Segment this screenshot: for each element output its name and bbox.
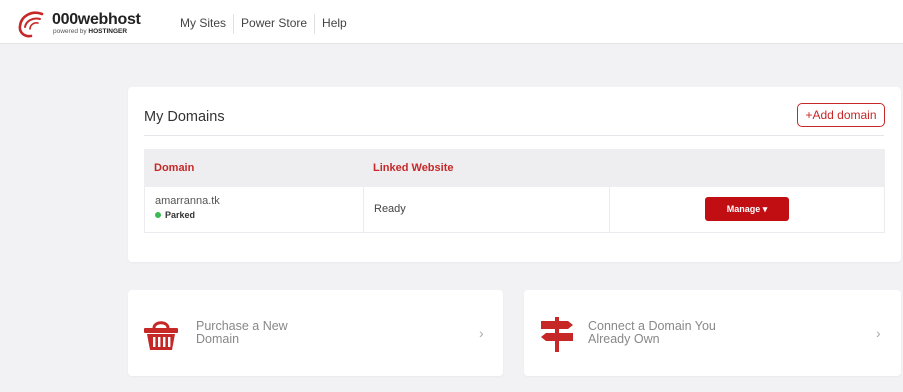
- signpost-icon: [541, 317, 573, 352]
- top-navbar: 000webhost powered by HOSTINGER My Sites…: [0, 0, 903, 44]
- card-title: My Domains: [144, 109, 225, 125]
- basket-icon: [144, 321, 178, 350]
- column-header-linked-website: Linked Website: [373, 162, 454, 174]
- divider: [144, 135, 884, 136]
- logo-tagline-prefix: powered by: [53, 28, 89, 35]
- promo-label: Purchase a New Domain: [196, 320, 288, 346]
- add-domain-button[interactable]: +Add domain: [797, 103, 885, 127]
- purchase-domain-card[interactable]: Purchase a New Domain ›: [128, 290, 503, 376]
- logo-swoosh-icon: [18, 11, 44, 38]
- table-header: Domain Linked Website: [144, 149, 885, 187]
- chevron-right-icon: ›: [876, 325, 881, 341]
- chevron-right-icon: ›: [479, 325, 484, 341]
- promo-line: Domain: [196, 332, 240, 346]
- logo-tagline: powered by HOSTINGER: [53, 28, 127, 35]
- nav-my-sites[interactable]: My Sites: [173, 14, 235, 34]
- main-nav: My Sites Power Store Help: [173, 14, 354, 34]
- logo-tagline-brand: HOSTINGER: [88, 28, 128, 35]
- promo-line: Already Own: [588, 332, 660, 346]
- domains-table: Domain Linked Website amarranna.tk Parke…: [144, 149, 885, 233]
- table-row: amarranna.tk Parked Ready Manage ▾: [144, 187, 885, 233]
- domain-name[interactable]: amarranna.tk: [155, 195, 220, 207]
- linked-website-value: Ready: [374, 203, 406, 215]
- manage-dropdown-button[interactable]: Manage ▾: [705, 197, 789, 221]
- connect-domain-card[interactable]: Connect a Domain You Already Own ›: [524, 290, 901, 376]
- logo[interactable]: 000webhost powered by HOSTINGER: [16, 8, 146, 38]
- nav-power-store[interactable]: Power Store: [234, 14, 316, 34]
- nav-help[interactable]: Help: [315, 14, 354, 34]
- cell-divider: [609, 187, 610, 232]
- status-dot-icon: [155, 212, 161, 218]
- column-header-domain: Domain: [154, 162, 195, 174]
- status-label: Parked: [165, 210, 196, 220]
- status-badge: Parked: [155, 210, 195, 220]
- cell-divider: [363, 187, 364, 232]
- promo-label: Connect a Domain You Already Own: [588, 320, 716, 346]
- my-domains-card: My Domains +Add domain Domain Linked Web…: [128, 87, 901, 262]
- logo-name: 000webhost: [52, 11, 141, 28]
